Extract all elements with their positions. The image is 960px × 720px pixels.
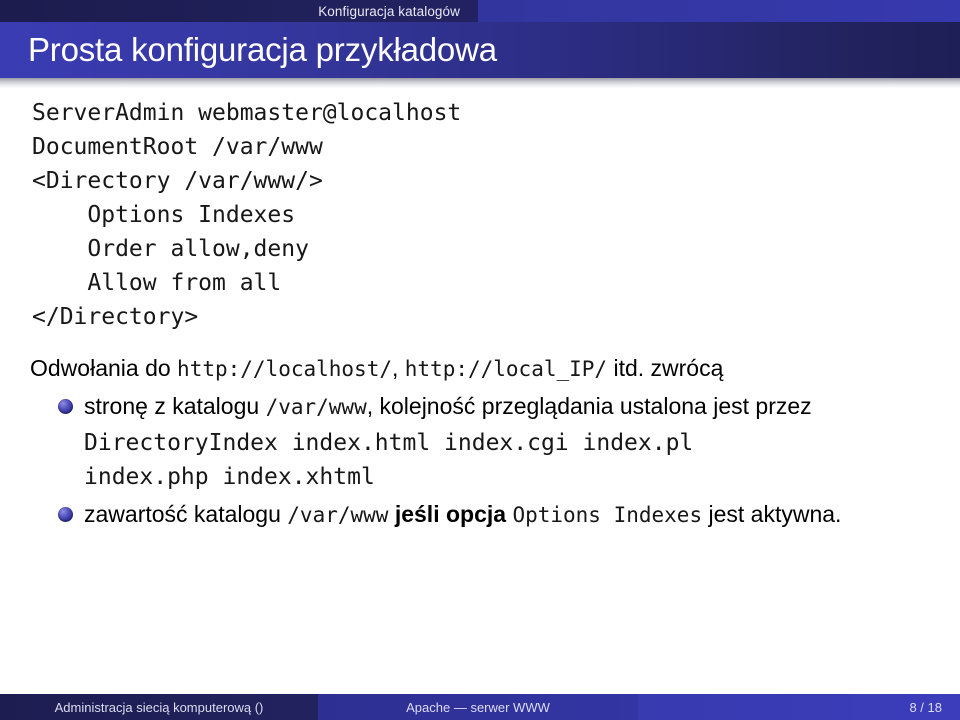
bullet2-path: /var/www <box>287 503 389 527</box>
url-localhost: http://localhost/ <box>177 357 392 381</box>
bullet-text-1: stronę z katalogu /var/www, kolejność pr… <box>84 393 812 419</box>
directoryindex-code-lines: DirectoryIndex index.html index.cgi inde… <box>84 430 694 490</box>
footer-author-section[interactable]: Administracja siecią komputerową () <box>0 694 318 720</box>
url-separator: , <box>391 355 405 381</box>
url-local-ip: http://local_IP/ <box>404 357 608 381</box>
footer-topic-section[interactable]: Apache — serwer WWW <box>318 694 638 720</box>
footer-author-label: Administracja siecią komputerową () <box>54 699 264 715</box>
bullet2-option: Options Indexes <box>512 503 703 527</box>
title-bar: Prosta konfiguracja przykładowa <box>0 22 960 78</box>
bullet2-part3: jest aktywna. <box>702 501 842 527</box>
section-tab-label: Konfiguracja katalogów <box>318 3 460 19</box>
intro-paragraph: Odwołania do http://localhost/, http://l… <box>30 352 930 386</box>
slide-footer: Administracja siecią komputerową () Apac… <box>0 694 960 720</box>
slide-header: Konfiguracja katalogów Prosta konfigurac… <box>0 0 960 88</box>
bullet-sphere-icon <box>58 507 73 522</box>
intro-tail-text: itd. zwrócą <box>607 355 724 381</box>
page-number-indicator: 8 / 18 <box>909 699 942 715</box>
apache-config-code-block: ServerAdmin webmaster@localhost Document… <box>32 100 462 330</box>
section-tab[interactable]: Konfiguracja katalogów <box>0 0 478 22</box>
bullet1-part1: stronę z katalogu <box>84 393 266 419</box>
page-title: Prosta konfiguracja przykładowa <box>28 31 497 68</box>
bullet2-part2: jeśli opcja <box>388 501 513 527</box>
bullet-list: stronę z katalogu /var/www, kolejność pr… <box>0 390 960 532</box>
header-shadow <box>0 78 960 88</box>
footer-topic-label: Apache — serwer WWW <box>406 699 550 715</box>
list-item: zawartość katalogu /var/www jeśli opcja … <box>0 498 960 532</box>
bullet1-path: /var/www <box>265 395 367 419</box>
bullet2-part1: zawartość katalogu <box>84 501 288 527</box>
bullet-sphere-icon <box>58 399 73 414</box>
list-item: stronę z katalogu /var/www, kolejność pr… <box>0 390 960 424</box>
intro-lead-text: Odwołania do <box>30 355 178 381</box>
slide-content: ServerAdmin webmaster@localhost Document… <box>0 96 960 688</box>
footer-page-section[interactable]: 8 / 18 <box>638 694 960 720</box>
bullet-text-2: zawartość katalogu /var/www jeśli opcja … <box>84 501 841 527</box>
bullet1-part2: , kolejność przeglądania ustalona jest p… <box>366 393 812 419</box>
